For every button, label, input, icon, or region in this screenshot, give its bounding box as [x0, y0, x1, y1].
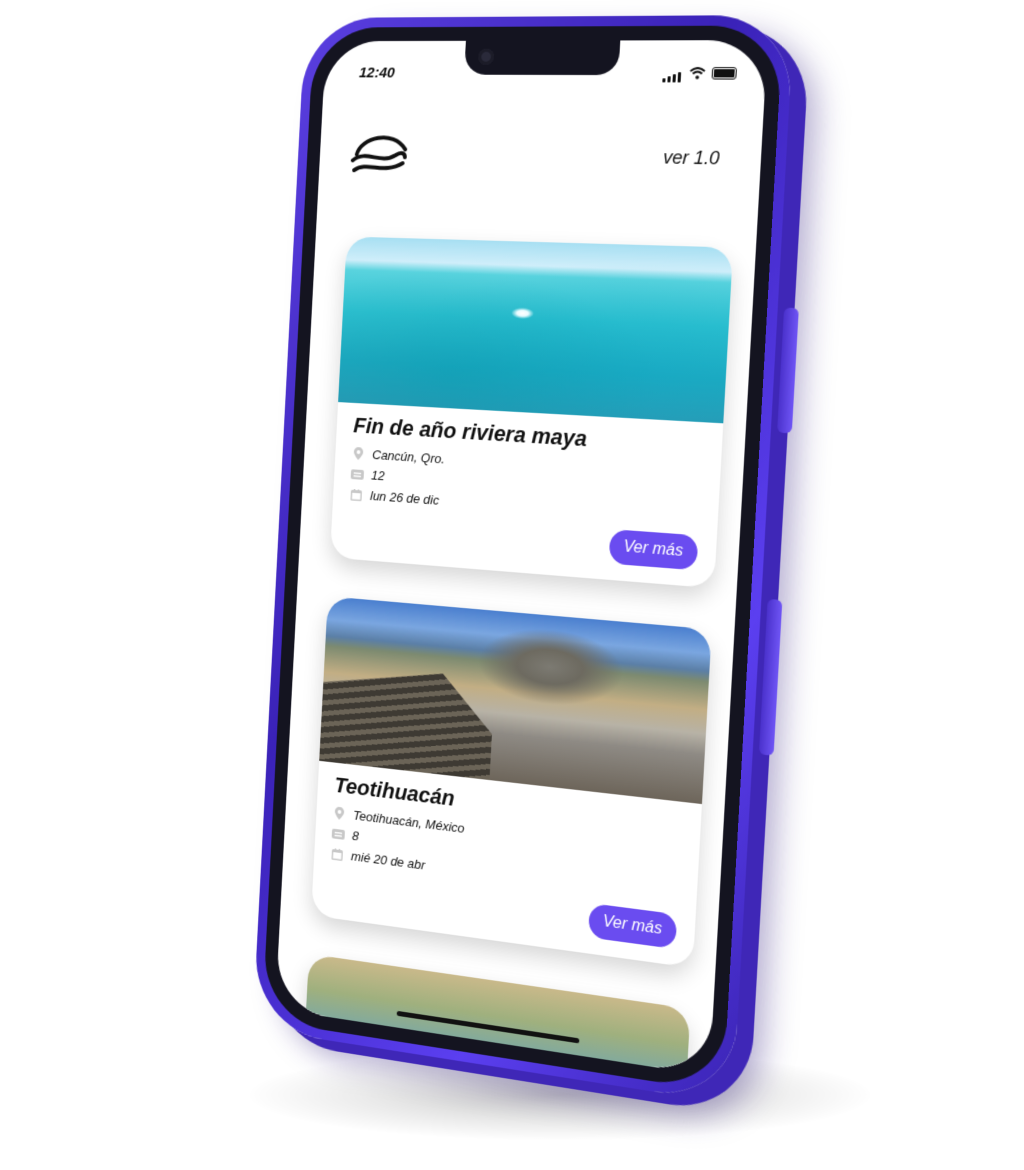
ver-mas-button[interactable]: Ver más [608, 529, 699, 571]
wifi-icon [689, 67, 706, 79]
phone-mockup: 12:40 ver 1.0 Fin de año riviera maya Ca… [252, 14, 799, 1105]
event-tickets-text: 8 [351, 828, 360, 844]
event-date-text: mié 20 de abr [350, 848, 426, 873]
side-button-power [758, 598, 783, 756]
calendar-icon [330, 846, 344, 861]
signal-icon [662, 63, 683, 83]
event-location-text: Cancún, Qro. [371, 447, 446, 467]
event-date-text: lun 26 de dic [369, 488, 440, 508]
calendar-icon [349, 487, 363, 502]
app-version: ver 1.0 [662, 147, 721, 169]
event-tickets-text: 12 [370, 467, 386, 484]
event-card[interactable]: Teotihuacán Teotihuacán, México 8 mié 20… [311, 596, 712, 968]
side-button-volume [777, 307, 799, 434]
front-camera-icon [478, 48, 495, 65]
battery-icon [711, 66, 738, 80]
notch [464, 40, 621, 76]
status-icons [662, 63, 738, 83]
status-time: 12:40 [358, 64, 396, 82]
app-screen: 12:40 ver 1.0 Fin de año riviera maya Ca… [275, 40, 768, 1076]
phone-bezel: 12:40 ver 1.0 Fin de año riviera maya Ca… [261, 25, 784, 1093]
event-card[interactable]: Fin de año riviera maya Cancún, Qro. 12 [329, 236, 734, 589]
ticket-icon [350, 467, 365, 482]
ticket-icon [331, 826, 346, 841]
event-image [338, 236, 734, 424]
wave-logo-icon[interactable] [350, 131, 410, 179]
location-pin-icon [352, 446, 366, 461]
location-pin-icon [333, 806, 347, 821]
ver-mas-button[interactable]: Ver más [587, 903, 678, 950]
